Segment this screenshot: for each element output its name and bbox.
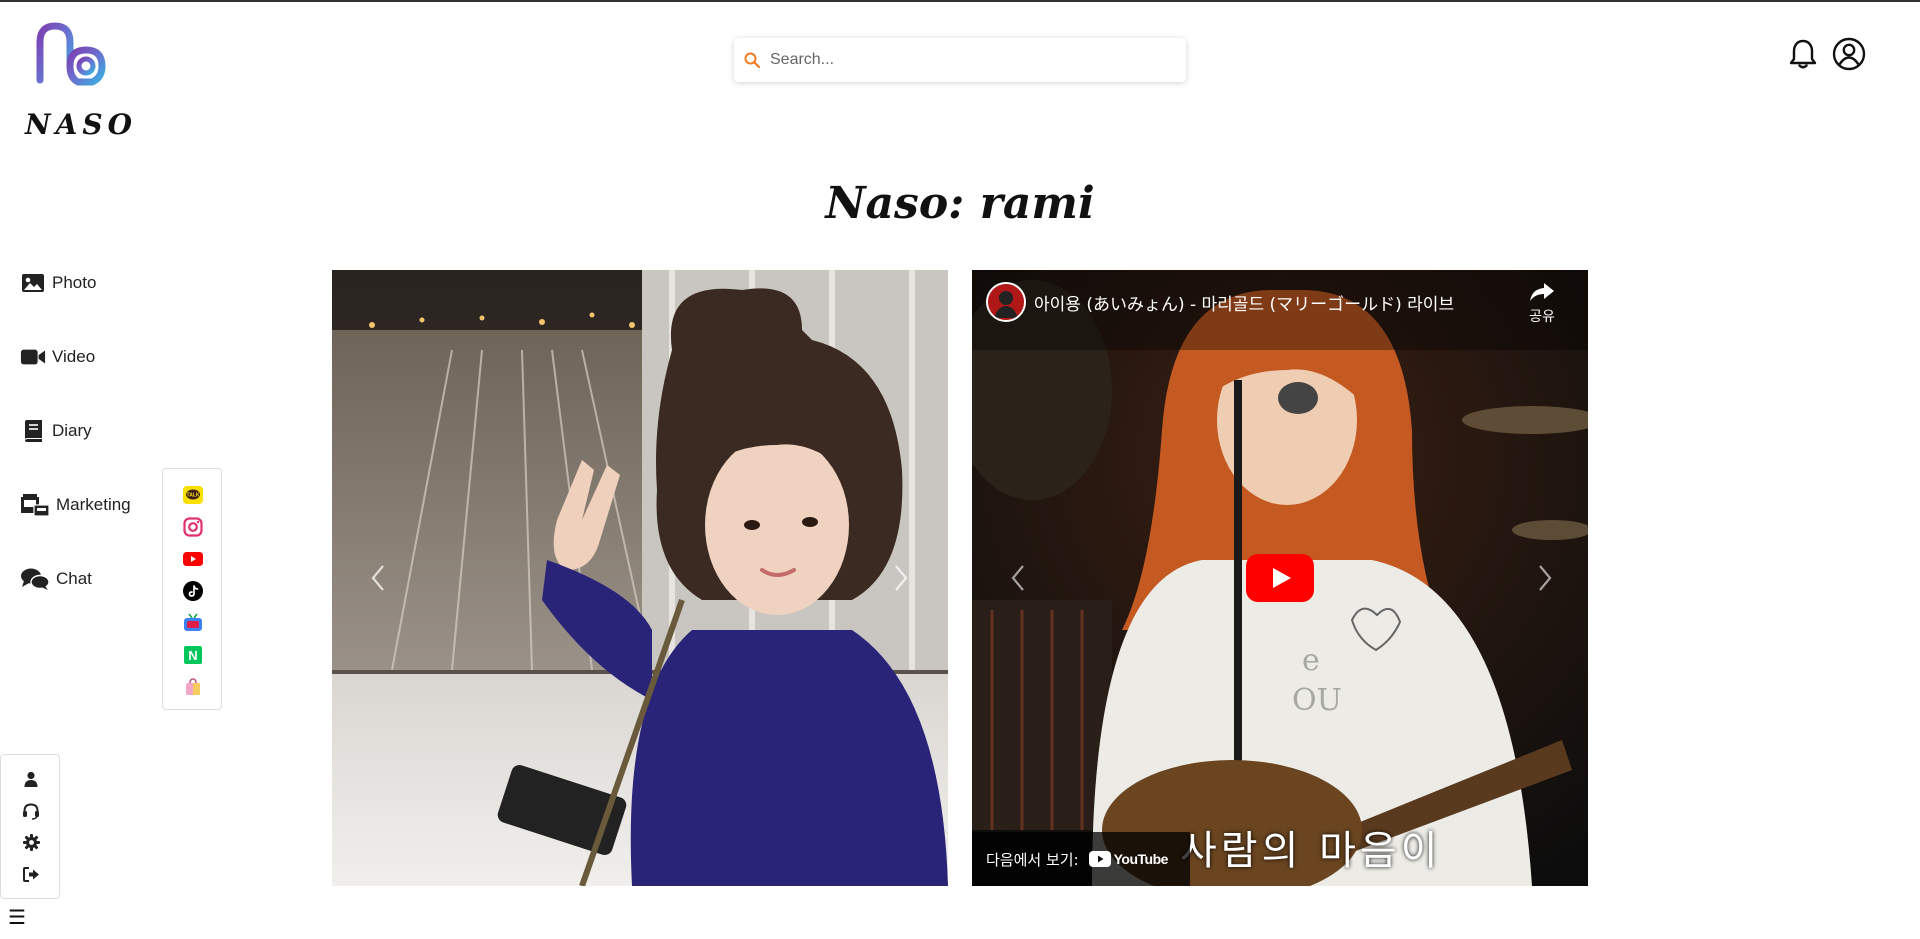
video-next-button[interactable] bbox=[1530, 558, 1560, 598]
tv-icon[interactable] bbox=[182, 612, 204, 634]
photo-carousel[interactable] bbox=[332, 270, 948, 886]
kakaotalk-icon[interactable]: TALK bbox=[182, 484, 204, 506]
page-title: Naso: rami bbox=[825, 178, 1095, 229]
youtube-play-icon bbox=[1246, 554, 1314, 602]
kakaotalk-label: TALK bbox=[187, 493, 200, 499]
channel-avatar[interactable] bbox=[986, 282, 1026, 322]
logo-text: NASO bbox=[25, 108, 137, 141]
naso-logo[interactable]: NASO bbox=[22, 20, 142, 145]
video-title[interactable]: 아이용 (あいみょん) - 마리골드 (マリーゴールド) 라이브 bbox=[1034, 290, 1454, 315]
sidebar-item-marketing[interactable]: Marketing bbox=[20, 487, 131, 523]
social-links-panel: TALK N bbox=[162, 468, 222, 710]
photo-prev-button[interactable] bbox=[363, 558, 393, 598]
sidebar-item-label: Video bbox=[52, 347, 96, 366]
user-circle-icon[interactable] bbox=[1832, 36, 1866, 72]
image-icon bbox=[20, 270, 46, 296]
video-prev-button[interactable] bbox=[1003, 558, 1033, 598]
chevron-left-icon bbox=[371, 565, 384, 591]
share-button[interactable]: 공유 bbox=[1522, 282, 1562, 326]
video-camera-icon bbox=[20, 344, 46, 370]
watch-on-youtube-button[interactable]: 다음에서 보기: YouTube bbox=[972, 832, 1190, 886]
photo-next-button[interactable] bbox=[886, 558, 916, 598]
youtube-logo: YouTube bbox=[1088, 851, 1169, 867]
svg-text:e: e bbox=[1302, 643, 1320, 678]
user-icon[interactable] bbox=[21, 769, 41, 789]
youtube-icon[interactable] bbox=[182, 548, 204, 570]
photo-image bbox=[332, 270, 948, 886]
sign-out-icon[interactable] bbox=[21, 864, 41, 884]
hamburger-icon[interactable]: ☰ bbox=[8, 908, 26, 928]
youtube-wordmark: YouTube bbox=[1113, 851, 1169, 867]
video-embed[interactable]: e OU 아이용 (あいみょん) - 마리골드 (マリーゴールド) 라이브 공유 … bbox=[972, 270, 1588, 886]
tiktok-icon[interactable] bbox=[182, 580, 204, 602]
sidebar-item-chat[interactable]: Chat bbox=[20, 561, 92, 597]
search-bar[interactable] bbox=[734, 38, 1186, 82]
chevron-left-icon bbox=[1011, 565, 1024, 591]
sidebar-item-label: Marketing bbox=[56, 495, 131, 514]
logo-mark-icon bbox=[36, 22, 106, 86]
search-icon bbox=[734, 38, 770, 82]
sidebar-item-diary[interactable]: Diary bbox=[20, 413, 92, 449]
headset-icon[interactable] bbox=[21, 801, 41, 821]
shopping-bag-icon[interactable] bbox=[182, 676, 204, 698]
search-input[interactable] bbox=[770, 40, 1186, 80]
share-label: 공유 bbox=[1529, 309, 1555, 325]
naver-icon[interactable]: N bbox=[182, 644, 204, 666]
watch-on-label: 다음에서 보기: bbox=[986, 850, 1079, 869]
sidebar-item-photo[interactable]: Photo bbox=[20, 265, 96, 301]
chat-bubbles-icon bbox=[20, 566, 50, 592]
top-border bbox=[0, 0, 1920, 2]
share-icon bbox=[1530, 283, 1554, 301]
shop-icon bbox=[20, 492, 50, 518]
youtube-logo-icon bbox=[1088, 851, 1111, 867]
instagram-icon[interactable] bbox=[182, 516, 204, 538]
user-tools-panel bbox=[0, 754, 60, 899]
chevron-right-icon bbox=[895, 565, 908, 591]
sidebar-item-label: Photo bbox=[52, 273, 97, 292]
chevron-right-icon bbox=[1539, 565, 1552, 591]
svg-text:OU: OU bbox=[1292, 683, 1342, 718]
sidebar-item-label: Diary bbox=[52, 421, 92, 440]
play-button[interactable] bbox=[1246, 554, 1314, 602]
bell-icon[interactable] bbox=[1786, 36, 1820, 72]
book-icon bbox=[20, 418, 46, 444]
naver-label: N bbox=[188, 648, 197, 663]
sidebar-item-label: Chat bbox=[56, 569, 92, 588]
video-subtitle: 사람의 마음이 bbox=[1180, 828, 1442, 874]
gear-icon[interactable] bbox=[21, 832, 41, 852]
sidebar-item-video[interactable]: Video bbox=[20, 339, 95, 375]
